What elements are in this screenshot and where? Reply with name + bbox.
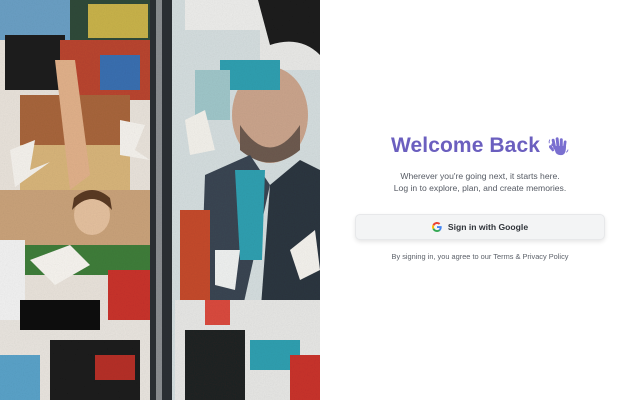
login-panel: Welcome Back Wherever you're going next,…: [320, 0, 640, 400]
legal-notice: By signing in, you agree to our Terms & …: [320, 252, 640, 261]
title-text: Welcome Back: [390, 134, 541, 157]
legal-prefix: By signing in, you agree to our: [391, 252, 494, 261]
terms-link[interactable]: Terms: [493, 252, 513, 261]
google-icon: [431, 222, 442, 232]
page-title: Welcome Back: [320, 134, 640, 158]
hero-collage-image: [0, 0, 320, 400]
google-sign-in-button[interactable]: Sign in with Google: [355, 214, 605, 240]
privacy-policy-link[interactable]: Privacy Policy: [522, 252, 568, 261]
subtitle-line-1: Wherever you're going next, it starts he…: [400, 171, 560, 181]
subtitle-line-2: Log in to explore, plan, and create memo…: [393, 183, 567, 193]
waving-hand-icon: [547, 135, 569, 157]
google-sign-in-label: Sign in with Google: [447, 222, 529, 232]
